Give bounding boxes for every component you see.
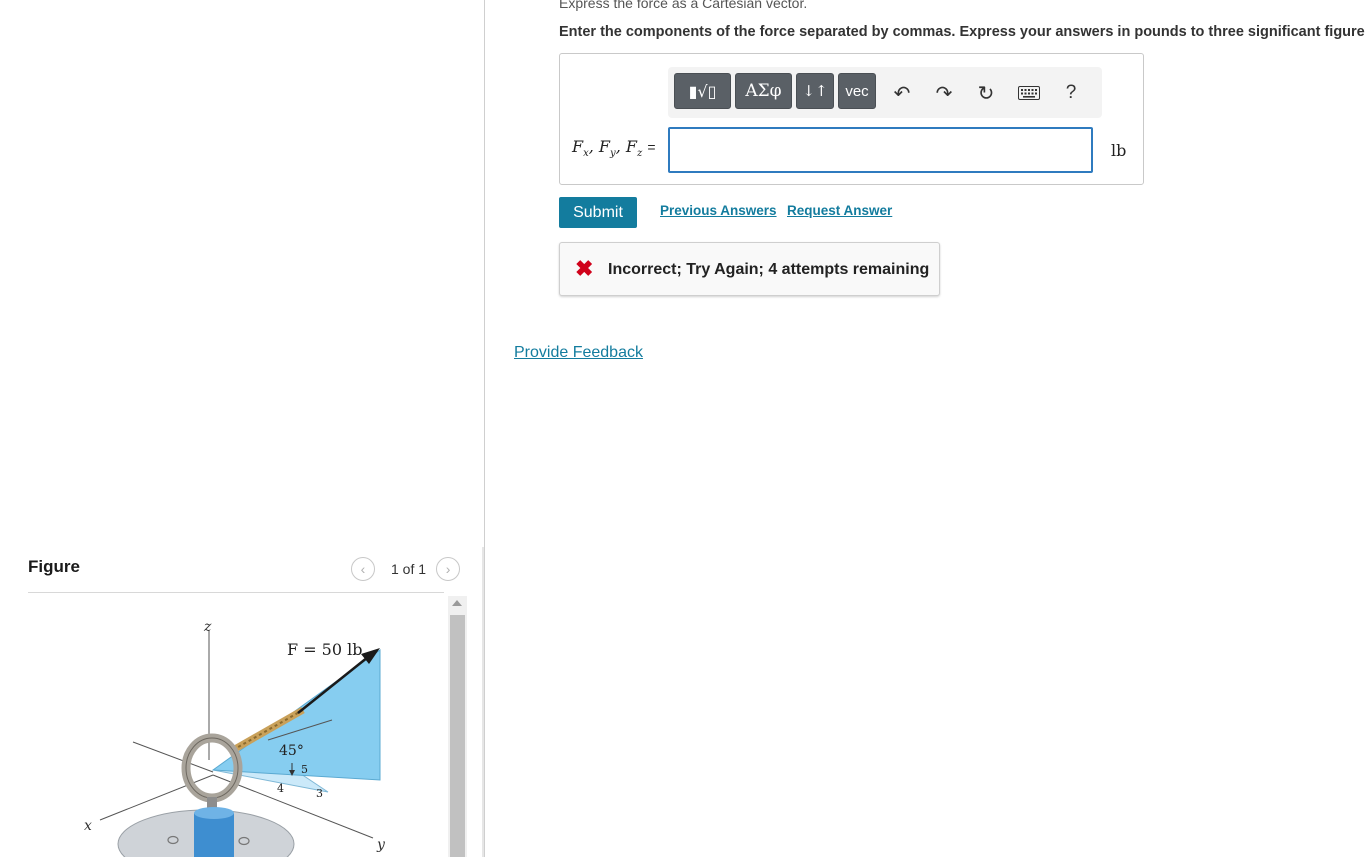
slope-side-b-label: 3 [316,787,323,800]
greek-symbols-icon: ΑΣφ [745,81,782,101]
question-title: Express the force as a Cartesian vector. [559,0,808,11]
unit-label: lb [1111,141,1127,160]
math-toolbar: ▮√▯ ΑΣφ ↓↑ vec ↶ ↷ ↻ ? [668,67,1102,118]
y-axis-label: y [376,837,386,853]
force-label: F = 50 lb [287,640,362,659]
answer-input[interactable] [668,127,1093,173]
updown-arrows-button[interactable]: ↓↑ [796,73,834,109]
undo-button[interactable]: ↶ [890,81,914,105]
templates-icon: ▮√▯ [688,81,717,101]
incorrect-x-icon: ✖ [575,256,594,281]
undo-icon: ↶ [893,82,911,105]
figure-title: Figure [28,557,80,576]
previous-answers-link[interactable]: Previous Answers [660,203,777,218]
updown-arrows-icon: ↓↑ [802,82,828,100]
greek-symbols-button[interactable]: ΑΣφ [735,73,792,109]
figure-page-count: 1 of 1 [391,561,427,577]
figure-divider [28,592,444,593]
panel-divider [484,0,485,857]
answer-variable-label: Fx, Fy, Fz = [572,137,656,160]
request-answer-link[interactable]: Request Answer [787,203,892,218]
redo-button[interactable]: ↷ [932,81,956,105]
keyboard-button[interactable] [1016,81,1042,105]
keyboard-icon [1018,86,1040,100]
question-instructions: Enter the components of the force separa… [559,24,1365,40]
vec-icon: vec [845,82,869,100]
vec-button[interactable]: vec [838,73,876,109]
reset-button[interactable]: ↻ [974,81,998,105]
slope-hypotenuse-label: 5 [301,763,308,776]
previous-figure-button[interactable]: ‹ [351,557,375,581]
chevron-right-icon: › [445,561,451,577]
figure-image: z x y F = 50 lb 45° 5 4 3 [84,619,386,857]
z-axis-label: z [203,619,212,635]
scroll-up-arrow-icon[interactable] [452,600,462,606]
bolt-cylinder [194,813,234,857]
help-icon: ? [1065,82,1077,103]
chevron-left-icon: ‹ [360,561,366,577]
figure-scrollbar[interactable] [448,596,467,857]
figure-pager: ‹ 1 of 1 › [351,557,461,581]
help-button[interactable]: ? [1059,81,1083,105]
reset-icon: ↻ [977,82,995,105]
x-axis-label: x [84,818,92,834]
provide-feedback-link[interactable]: Provide Feedback [514,344,643,362]
feedback-message: Incorrect; Try Again; 4 attempts remaini… [608,261,930,278]
redo-icon: ↷ [935,82,953,105]
scrollbar-thumb[interactable] [450,615,465,857]
templates-button[interactable]: ▮√▯ [674,73,731,109]
submit-button[interactable]: Submit [559,197,637,228]
angle-label: 45° [279,743,304,759]
next-figure-button[interactable]: › [436,557,461,581]
slope-side-a-label: 4 [277,782,284,795]
